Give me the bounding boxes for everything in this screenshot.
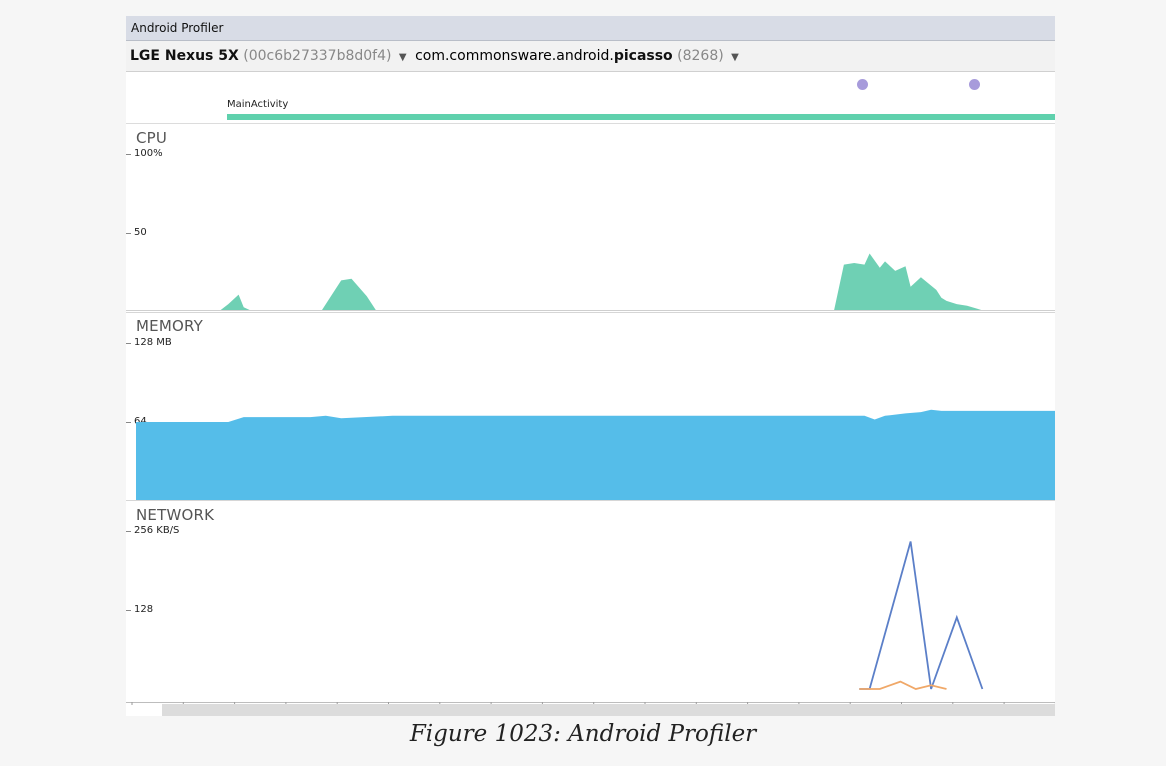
event-dot[interactable] bbox=[857, 79, 868, 90]
cpu-chart bbox=[126, 253, 1055, 311]
event-timeline: MainActivity bbox=[126, 72, 1055, 124]
profiler-window: Android Profiler LGE Nexus 5X (00c6b2733… bbox=[126, 16, 1055, 716]
device-bar: LGE Nexus 5X (00c6b27337b8d0f4) ▼ com.co… bbox=[126, 41, 1055, 72]
memory-section[interactable]: MEMORY 128 MB 64 bbox=[126, 312, 1055, 500]
device-dropdown[interactable]: LGE Nexus 5X (00c6b27337b8d0f4) ▼ bbox=[130, 41, 407, 73]
process-pid: (8268) bbox=[677, 48, 724, 64]
memory-chart bbox=[136, 409, 1055, 500]
network-series-1-line bbox=[859, 541, 984, 690]
activity-bar[interactable] bbox=[227, 114, 1055, 120]
process-prefix: com.commonsware.android. bbox=[415, 48, 614, 64]
device-name: LGE Nexus 5X bbox=[130, 48, 239, 64]
chevron-down-icon: ▼ bbox=[398, 52, 407, 63]
cpu-area bbox=[219, 253, 985, 311]
timeline-scrollbar[interactable] bbox=[162, 704, 1055, 716]
activity-label: MainActivity bbox=[227, 99, 289, 110]
figure-caption: Figure 1023: Android Profiler bbox=[409, 721, 757, 747]
process-app: picasso bbox=[613, 48, 673, 64]
network-section[interactable]: NETWORK 256 KB/S 128 5s10s15s bbox=[126, 500, 1055, 705]
window-titlebar: Android Profiler bbox=[126, 16, 1055, 41]
memory-area bbox=[136, 409, 1055, 500]
process-dropdown[interactable]: com.commonsware.android.picasso (8268) ▼ bbox=[415, 41, 739, 73]
window-title: Android Profiler bbox=[131, 21, 224, 35]
device-serial: (00c6b27337b8d0f4) bbox=[243, 48, 392, 64]
network-chart: 5s10s15s bbox=[126, 541, 1055, 705]
chevron-down-icon: ▼ bbox=[731, 52, 739, 63]
event-dot[interactable] bbox=[969, 79, 980, 90]
cpu-section[interactable]: CPU 100% 50 bbox=[126, 124, 1055, 311]
